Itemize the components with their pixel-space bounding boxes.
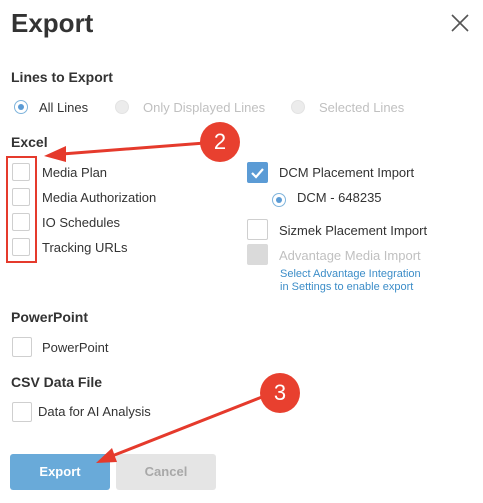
radio-selected-lines-label: Selected Lines <box>319 100 405 115</box>
radio-only-displayed-lines-label: Only Displayed Lines <box>143 100 266 115</box>
advantage-link-line1[interactable]: Select Advantage Integration <box>280 268 421 281</box>
dcm-placement-import-label[interactable]: DCM Placement Import <box>279 165 414 180</box>
advantage-media-import-checkbox <box>247 244 268 265</box>
dcm-account-radio[interactable] <box>272 193 286 207</box>
check-icon <box>251 168 264 179</box>
radio-all-lines[interactable] <box>14 100 28 114</box>
radio-selected-lines <box>291 100 305 114</box>
dcm-account-label[interactable]: DCM - 648235 <box>297 190 382 205</box>
cancel-button: Cancel <box>116 454 216 490</box>
powerpoint-checkbox[interactable] <box>12 337 32 357</box>
advantage-integration-link[interactable]: Select Advantage Integration in Settings… <box>280 268 421 294</box>
annotation-badge-2: 2 <box>200 122 240 162</box>
powerpoint-heading: PowerPoint <box>11 309 89 325</box>
annotation-highlight-box <box>6 156 37 263</box>
radio-only-displayed-lines <box>115 100 129 114</box>
powerpoint-label[interactable]: PowerPoint <box>42 340 108 355</box>
annotation-badge-3: 3 <box>260 373 300 413</box>
lines-to-export-heading: Lines to Export <box>11 69 113 85</box>
tracking-urls-label[interactable]: Tracking URLs <box>42 240 127 255</box>
export-button[interactable]: Export <box>10 454 110 490</box>
io-schedules-label[interactable]: IO Schedules <box>42 215 120 230</box>
ai-analysis-checkbox[interactable] <box>12 402 32 422</box>
media-plan-label[interactable]: Media Plan <box>42 165 107 180</box>
ai-analysis-label[interactable]: Data for AI Analysis <box>38 404 151 419</box>
csv-heading: CSV Data File <box>11 374 103 390</box>
advantage-link-line2[interactable]: in Settings to enable export <box>280 281 421 294</box>
radio-all-lines-label[interactable]: All Lines <box>39 100 88 115</box>
dcm-placement-import-checkbox[interactable] <box>247 162 268 183</box>
close-icon[interactable] <box>450 13 470 33</box>
sizmek-placement-import-checkbox[interactable] <box>247 219 268 240</box>
media-authorization-label[interactable]: Media Authorization <box>42 190 156 205</box>
dialog-title: Export <box>11 8 94 38</box>
sizmek-placement-import-label[interactable]: Sizmek Placement Import <box>279 223 427 238</box>
excel-heading: Excel <box>11 134 48 150</box>
advantage-media-import-label: Advantage Media Import <box>279 248 421 263</box>
